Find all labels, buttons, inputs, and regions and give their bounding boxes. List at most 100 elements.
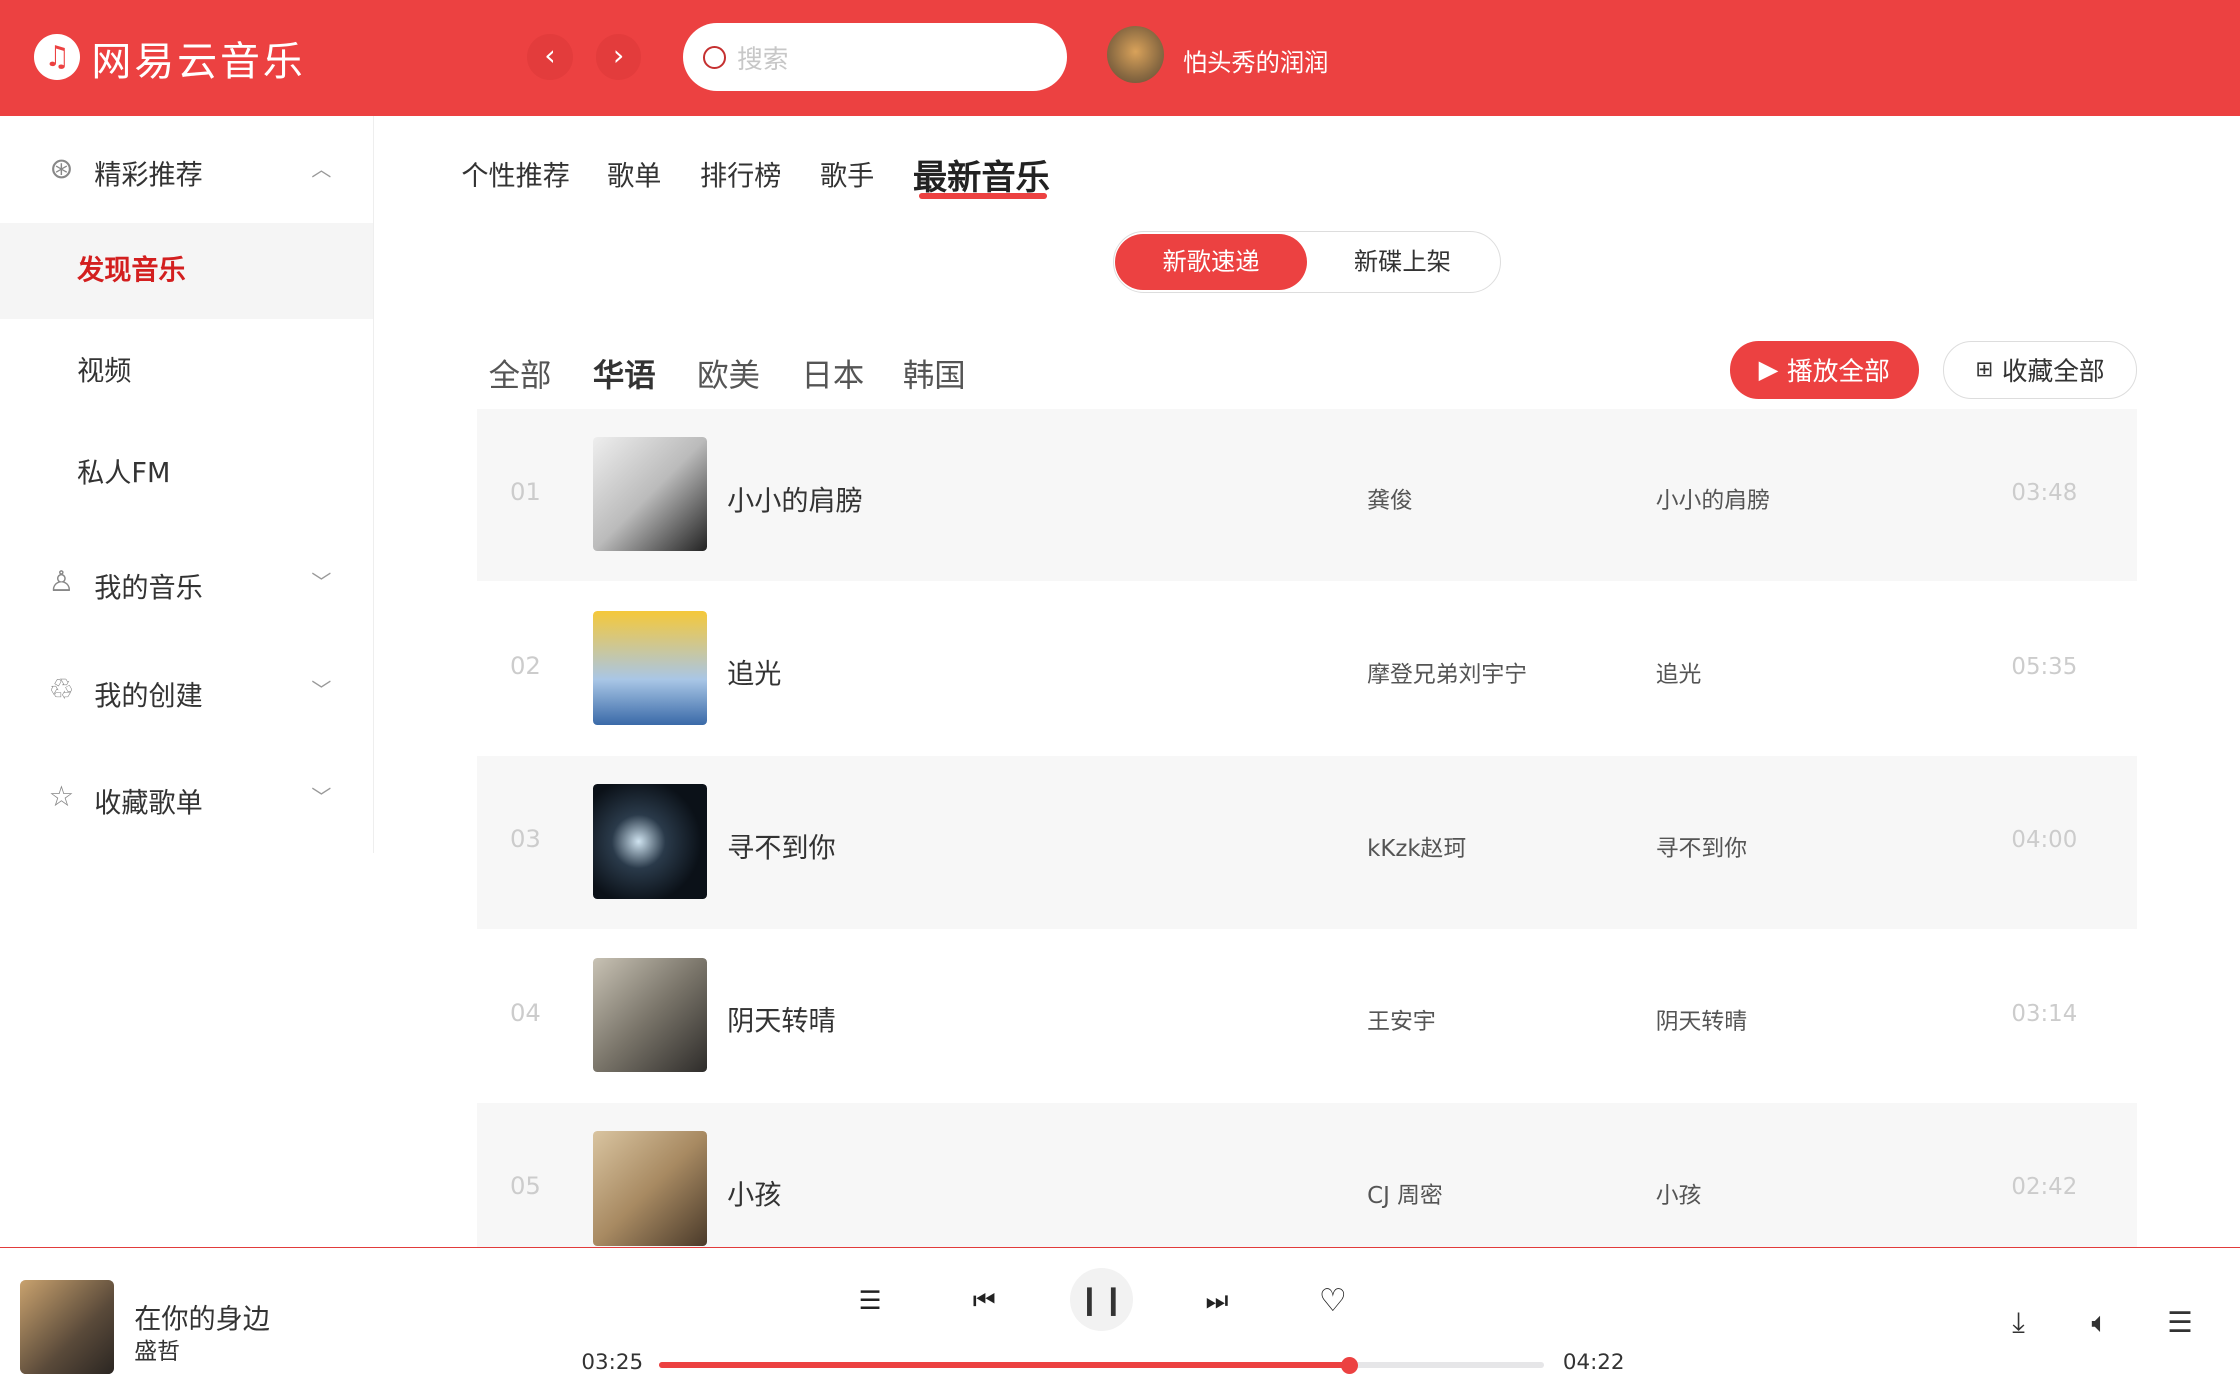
sidebar-item-discover[interactable]: 发现音乐	[0, 222, 373, 319]
song-artist[interactable]: CJ 周密	[1367, 1176, 1443, 1210]
filter-japan[interactable]: 日本	[801, 351, 864, 396]
playlist-mode-icon[interactable]: ☰	[849, 1280, 892, 1323]
tab-underline	[918, 192, 1048, 199]
collect-all-label: 收藏全部	[2001, 357, 2105, 388]
song-duration: 04:00	[2011, 827, 2078, 854]
app-logo[interactable]: 网易云音乐	[91, 29, 305, 87]
sidebar-section-recommend[interactable]: ⊛ 精彩推荐 ︿	[0, 150, 373, 191]
back-button[interactable]: ‹	[527, 34, 573, 80]
song-number: 04	[509, 997, 541, 1027]
star-icon: ☆	[48, 779, 75, 814]
song-artist[interactable]: 王安宇	[1367, 1002, 1436, 1036]
song-album[interactable]: 寻不到你	[1656, 829, 1747, 863]
sidebar-section-label: 我的音乐	[94, 572, 203, 604]
forward-button[interactable]: ›	[595, 34, 642, 80]
song-title[interactable]: 追光	[727, 652, 781, 691]
download-icon[interactable]: ⤓	[1997, 1305, 2040, 1348]
search-placeholder: 搜索	[737, 44, 789, 75]
song-title[interactable]: 阴天转晴	[727, 999, 836, 1038]
song-cover[interactable]	[592, 784, 708, 899]
total-time: 04:22	[1562, 1349, 1625, 1375]
player-bar: 在你的身边 盛哲 ☰ ⏮ ❙❙ ⏭ ♡ 03:25 04:22 ⤓ 🔈︎ ☰	[0, 1247, 2240, 1400]
sidebar-section-my-music[interactable]: ♙ 我的音乐 ﹀	[0, 563, 373, 604]
song-row[interactable]: 03 寻不到你 kKzk赵珂 寻不到你 04:00	[477, 755, 2138, 929]
song-cover[interactable]	[592, 957, 708, 1073]
song-album[interactable]: 小孩	[1656, 1176, 1702, 1210]
filter-korea[interactable]: 韩国	[903, 351, 966, 396]
username[interactable]: 怕头秀的润润	[1183, 43, 1329, 78]
current-time: 03:25	[581, 1349, 644, 1375]
progress-slider[interactable]	[658, 1356, 1545, 1374]
search-icon	[702, 45, 726, 69]
sidebar: ⊛ 精彩推荐 ︿ 发现音乐 视频 私人FM ♙ 我的音乐 ﹀ ♲ 我的创建 ﹀ …	[0, 115, 375, 853]
sidebar-section-my-created[interactable]: ♲ 我的创建 ﹀	[0, 672, 373, 713]
song-duration: 02:42	[2011, 1174, 2078, 1201]
sidebar-item-video[interactable]: 视频	[0, 324, 373, 420]
song-cover[interactable]	[592, 610, 708, 725]
queue-icon[interactable]: ☰	[2159, 1305, 2202, 1348]
now-playing-cover[interactable]	[19, 1279, 115, 1374]
song-row[interactable]: 04 阴天转晴 王安宇 阴天转晴 03:14	[477, 929, 2137, 1102]
filter-western[interactable]: 欧美	[697, 351, 760, 396]
filter-all[interactable]: 全部	[489, 351, 552, 396]
progress-knob[interactable]	[1340, 1356, 1358, 1374]
tab-new-music[interactable]: 最新音乐	[913, 149, 1050, 199]
song-album[interactable]: 小小的肩膀	[1656, 481, 1770, 515]
top-bar: ♫ 网易云音乐 ‹ › 搜索 怕头秀的润润	[0, 0, 2240, 116]
collect-all-button[interactable]: ⊞ 收藏全部	[1942, 341, 2138, 399]
chevron-down-icon: ﹀	[311, 569, 332, 594]
sidebar-section-label: 精彩推荐	[94, 159, 203, 191]
song-artist[interactable]: 摩登兄弟刘宇宁	[1367, 655, 1527, 689]
filter-chinese[interactable]: 华语	[593, 351, 656, 396]
song-number: 05	[509, 1171, 541, 1201]
tab-artists[interactable]: 歌手	[820, 154, 874, 193]
bike-icon: ♲	[48, 672, 75, 707]
song-row[interactable]: 01 小小的肩膀 龚俊 小小的肩膀 03:48	[477, 408, 2138, 582]
song-artist[interactable]: 龚俊	[1367, 481, 1413, 515]
toggle-new-songs[interactable]: 新歌速递	[1115, 233, 1307, 290]
song-album[interactable]: 阴天转晴	[1656, 1002, 1747, 1036]
sidebar-section-collected[interactable]: ☆ 收藏歌单 ﹀	[0, 779, 373, 820]
previous-icon[interactable]: ⏮	[963, 1280, 1006, 1323]
avatar[interactable]	[1107, 25, 1165, 83]
toggle-new-albums[interactable]: 新碟上架	[1307, 234, 1498, 290]
play-all-button[interactable]: ▶ 播放全部	[1729, 341, 1919, 399]
sidebar-item-fm[interactable]: 私人FM	[0, 426, 373, 522]
song-artist[interactable]: kKzk赵珂	[1367, 829, 1466, 863]
volume-icon[interactable]: 🔈︎	[2079, 1305, 2122, 1348]
song-cover[interactable]	[592, 437, 708, 552]
user-icon: ♙	[48, 563, 75, 598]
song-duration: 03:48	[2011, 479, 2078, 506]
song-album[interactable]: 追光	[1656, 655, 1702, 689]
song-cover[interactable]	[592, 1131, 708, 1246]
song-row[interactable]: 02 追光 摩登兄弟刘宇宁 追光 05:35	[477, 582, 2137, 755]
song-number: 02	[509, 650, 541, 680]
chevron-down-icon: ﹀	[311, 785, 332, 810]
song-title[interactable]: 小孩	[727, 1173, 781, 1212]
pause-button[interactable]: ❙❙	[1069, 1268, 1133, 1331]
tab-playlists[interactable]: 歌单	[607, 154, 661, 193]
logo-icon: ♫	[34, 34, 80, 80]
tab-charts[interactable]: 排行榜	[700, 154, 781, 193]
aperture-icon: ⊛	[49, 150, 74, 185]
play-all-label: 播放全部	[1787, 357, 1890, 388]
song-duration: 03:14	[2011, 1000, 2078, 1027]
progress-fill	[658, 1362, 1350, 1369]
song-duration: 05:35	[2011, 653, 2078, 680]
tab-personal[interactable]: 个性推荐	[461, 154, 570, 193]
type-toggle: 新歌速递 新碟上架	[1112, 231, 1502, 293]
song-title[interactable]: 寻不到你	[727, 826, 836, 865]
folder-plus-icon: ⊞	[1975, 357, 1994, 383]
chevron-down-icon: ﹀	[311, 678, 332, 703]
now-playing-title[interactable]: 在你的身边	[134, 1297, 270, 1336]
song-number: 03	[509, 824, 541, 854]
heart-icon[interactable]: ♡	[1311, 1280, 1354, 1323]
chevron-up-icon: ︿	[311, 156, 332, 181]
song-title[interactable]: 小小的肩膀	[727, 479, 863, 518]
next-icon[interactable]: ⏭	[1196, 1280, 1239, 1323]
song-number: 01	[509, 477, 541, 507]
now-playing-artist[interactable]: 盛哲	[134, 1332, 180, 1366]
search-input[interactable]: 搜索	[682, 22, 1068, 92]
play-icon: ▶	[1758, 354, 1779, 385]
sidebar-section-label: 收藏歌单	[94, 788, 203, 820]
